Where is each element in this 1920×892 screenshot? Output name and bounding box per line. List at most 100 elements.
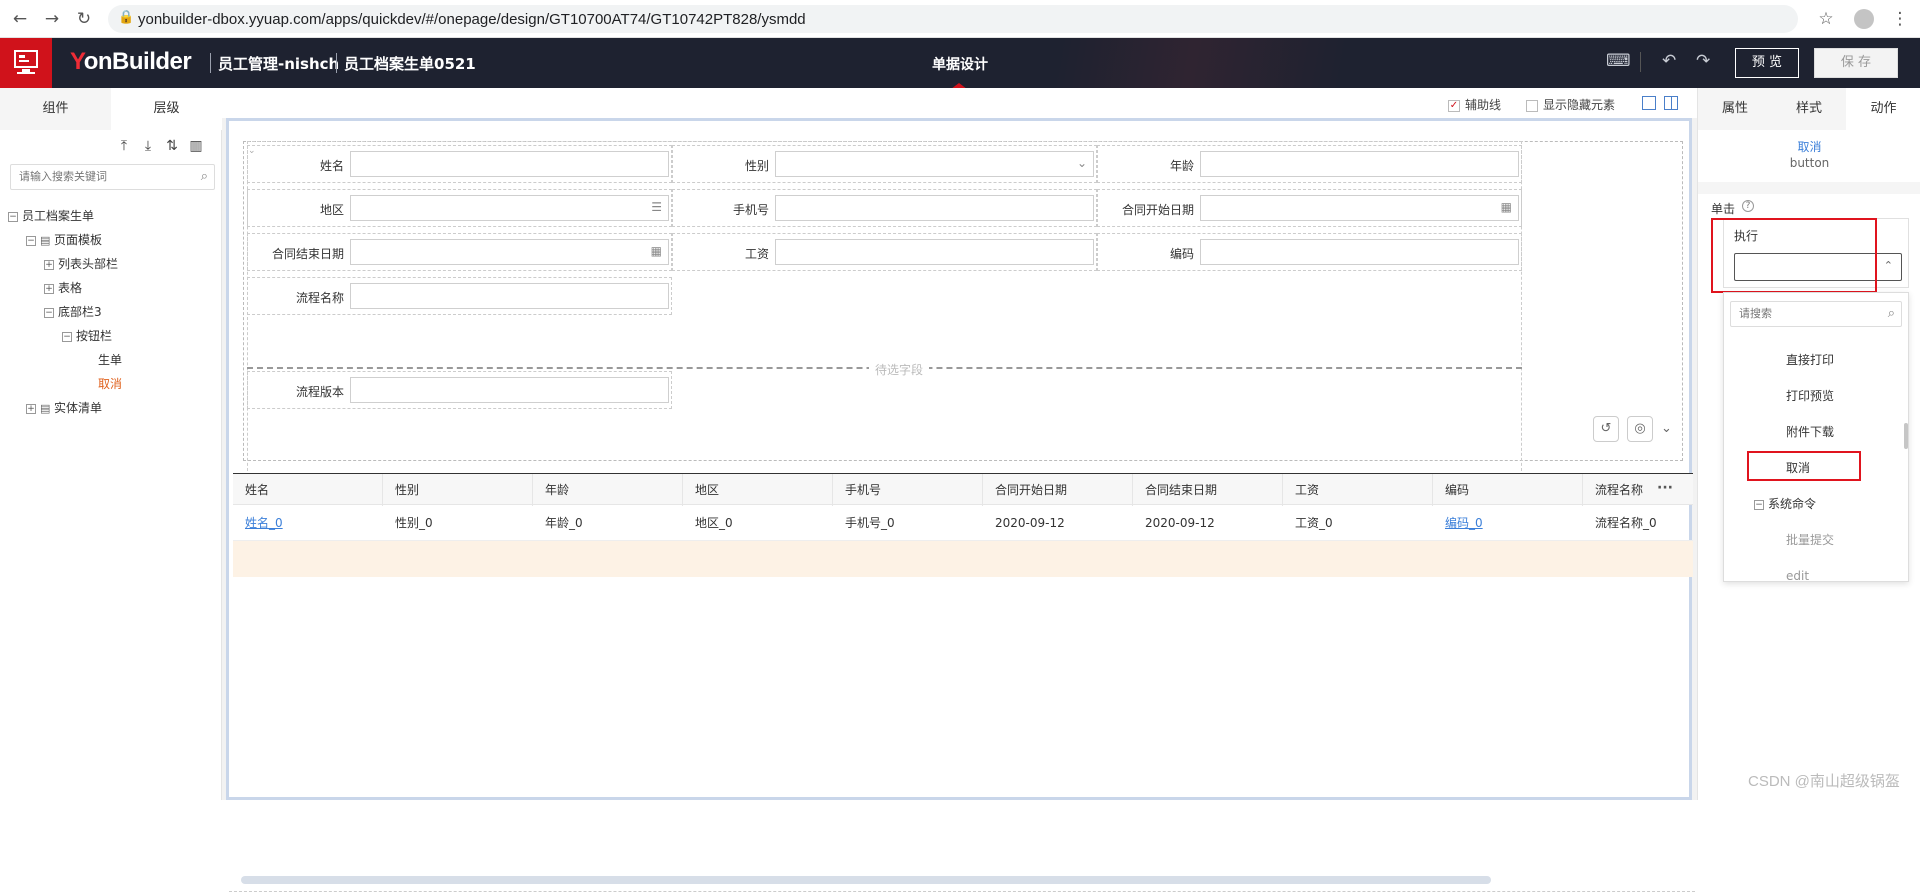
table-row[interactable]: 姓名_0 性别_0 年龄_0 地区_0 手机号_0 2020-09-12 2020-09-1… xyxy=(233,505,1693,541)
address-bar[interactable]: 🔒 yonbuilder-dbox.yyuap.com/apps/quickde… xyxy=(108,5,1798,33)
table-cell: 2020-09-12 xyxy=(1145,516,1215,530)
dropdown-item[interactable]: 附件下载 xyxy=(1724,421,1908,443)
column-header[interactable]: 地区 xyxy=(683,474,833,506)
table-cell: 工资_0 xyxy=(1295,516,1333,530)
chart-icon[interactable]: ▥ xyxy=(188,138,204,154)
back-icon[interactable]: ← xyxy=(10,9,30,29)
dropdown-item-label: 直接打印 xyxy=(1786,353,1835,367)
sort-icon[interactable]: ⇅ xyxy=(164,138,180,154)
tree-node-label: 表格 xyxy=(58,281,83,295)
watermark: CSDN @南山超级锅盔 xyxy=(1748,773,1900,790)
tab-components[interactable]: 组件 xyxy=(0,88,111,130)
dropdown-item[interactable]: 直接打印 xyxy=(1724,349,1908,371)
right-panel: 属性 样式 动作 取消 button 单击 ? 执行 ⌃ ⌕ 直接打印打印预览附… xyxy=(1697,88,1920,800)
grid-header: 姓名 性别 年龄 地区 手机号 合同开始日期 合同结束日期 工资 编码 流程名称 ··· xyxy=(233,473,1733,506)
upload-icon[interactable]: ⤒ xyxy=(116,138,132,154)
tree-node[interactable]: 取消 xyxy=(8,372,218,396)
highlight-box-execute xyxy=(1711,218,1877,293)
brand-logo: YonBuilder xyxy=(70,48,192,76)
expand-toggle-icon[interactable]: + xyxy=(44,259,54,270)
guide-checkbox[interactable]: ✓ xyxy=(1448,99,1460,112)
browser-bar: ← → ↻ 🔒 yonbuilder-dbox.yyuap.com/apps/q… xyxy=(0,0,1920,38)
collapse-toggle-icon[interactable]: − xyxy=(26,235,36,246)
tree-node-label: 实体清单 xyxy=(54,401,103,415)
tree-node[interactable]: + ▤ 实体清单 xyxy=(8,396,218,420)
tree-node[interactable]: − 底部栏3 xyxy=(8,300,218,324)
column-header[interactable]: 合同开始日期 xyxy=(983,474,1133,506)
monitor-logo-icon xyxy=(14,50,38,74)
tree-search-input[interactable] xyxy=(11,165,186,189)
column-header[interactable]: 编码 xyxy=(1433,474,1583,506)
dropdown-item-label: edit xyxy=(1786,569,1810,582)
highlight-box-cancel xyxy=(1747,451,1861,481)
horizontal-scrollbar[interactable] xyxy=(241,876,1491,884)
table-cell[interactable]: 姓名_0 xyxy=(233,505,383,541)
dropdown-item[interactable]: 批量提交 xyxy=(1724,529,1908,551)
column-header[interactable]: 姓名 xyxy=(233,474,383,506)
tree-node[interactable]: + 表格 xyxy=(8,276,218,300)
tree-node[interactable]: − 员工档案生单 xyxy=(8,204,218,228)
app-name: 员工管理-nishch xyxy=(218,55,340,73)
help-icon[interactable]: ? xyxy=(1742,200,1754,212)
tree-node[interactable]: 生单 xyxy=(8,348,218,372)
preview-button[interactable]: 预 览 xyxy=(1735,48,1799,78)
app-header: YonBuilder 员工管理-nishch 员工档案生单0521 单据设计 ⌨… xyxy=(0,38,1920,89)
url-text[interactable]: yonbuilder-dbox.yyuap.com/apps/quickdev/… xyxy=(138,11,806,28)
tree-node[interactable]: + 列表头部栏 xyxy=(8,252,218,276)
tree-node[interactable]: − ▤ 页面模板 xyxy=(8,228,218,252)
collapse-toggle-icon[interactable]: − xyxy=(8,211,18,222)
column-header[interactable]: 合同结束日期 xyxy=(1133,474,1283,506)
table-cell: 2020-09-12 xyxy=(995,516,1065,530)
redo-icon[interactable]: ↷ xyxy=(1696,51,1710,71)
collapse-toggle-icon[interactable]: − xyxy=(1754,499,1764,510)
column-header[interactable]: 手机号 xyxy=(833,474,983,506)
column-header[interactable]: 性别 xyxy=(383,474,533,506)
dropdown-item[interactable]: − 系统命令 xyxy=(1724,493,1908,515)
keyboard-icon[interactable]: ⌨ xyxy=(1606,51,1631,71)
app-logo[interactable] xyxy=(0,38,52,88)
dropdown-item-label: 系统命令 xyxy=(1768,497,1817,511)
dropdown-item[interactable]: 打印预览 xyxy=(1724,385,1908,407)
hierarchy-tree: − 员工档案生单 − ▤ 页面模板 + 列表头部栏 + 表格 − 底部栏3− 按钮栏 生单 取消 + ▤ 实体清… xyxy=(8,204,218,420)
tab-actions[interactable]: 动作 xyxy=(1846,88,1920,130)
tree-node[interactable]: − 按钮栏 xyxy=(8,324,218,348)
download-icon[interactable]: ⤓ xyxy=(140,138,156,154)
pending-fields-label: 待选字段 xyxy=(869,361,930,378)
profile-avatar-icon[interactable] xyxy=(1854,9,1874,29)
save-button[interactable]: 保 存 xyxy=(1814,48,1898,78)
collapse-toggle-icon[interactable]: − xyxy=(44,307,54,318)
header-divider xyxy=(210,53,211,73)
layout-single-icon[interactable] xyxy=(1642,96,1656,110)
tab-styles[interactable]: 样式 xyxy=(1772,88,1846,130)
collapse-toggle-icon[interactable]: − xyxy=(62,331,72,342)
search-icon[interactable]: ⌕ xyxy=(201,169,208,184)
hidden-toggle[interactable]: 显示隐藏元素 xyxy=(1526,96,1615,113)
expand-toggle-icon[interactable]: + xyxy=(44,283,54,294)
expand-toggle-icon[interactable]: + xyxy=(26,403,36,414)
column-header[interactable]: 工资 xyxy=(1283,474,1433,506)
expand-icon[interactable]: ⌄ xyxy=(1661,421,1672,436)
bookmark-star-icon[interactable]: ☆ xyxy=(1816,9,1836,29)
column-header[interactable]: 年龄 xyxy=(533,474,683,506)
dropdown-item[interactable]: edit xyxy=(1724,565,1908,582)
reset-icon[interactable]: ↺ xyxy=(1593,416,1619,442)
browser-menu-icon[interactable]: ⋮ xyxy=(1890,9,1910,29)
settings-icon[interactable]: ◎ xyxy=(1627,416,1653,442)
selected-type: button xyxy=(1789,156,1830,170)
table-cell[interactable]: 编码_0 xyxy=(1433,505,1583,541)
selected-element-info: 取消 button xyxy=(1698,130,1920,182)
guide-toggle[interactable]: ✓ 辅助线 xyxy=(1448,96,1501,113)
tab-properties[interactable]: 属性 xyxy=(1698,88,1772,130)
undo-icon[interactable]: ↶ xyxy=(1662,51,1676,71)
layout-split-icon[interactable] xyxy=(1664,96,1678,110)
lock-icon: 🔒 xyxy=(118,10,135,25)
hidden-checkbox[interactable] xyxy=(1526,99,1538,112)
table-cell: 地区_0 xyxy=(695,516,733,530)
forward-icon[interactable]: → xyxy=(42,9,62,29)
reload-icon[interactable]: ↻ xyxy=(74,9,94,29)
tree-search[interactable]: ⌕ xyxy=(10,164,215,190)
data-grid: 姓名 性别 年龄 地区 手机号 合同开始日期 合同结束日期 工资 编码 流程名称 ··· 姓名_0 性… xyxy=(233,473,1733,884)
tab-hierarchy[interactable]: 层级 xyxy=(111,88,222,130)
more-icon[interactable]: ··· xyxy=(1657,480,1673,496)
dropdown-scrollbar[interactable] xyxy=(1904,423,1908,449)
